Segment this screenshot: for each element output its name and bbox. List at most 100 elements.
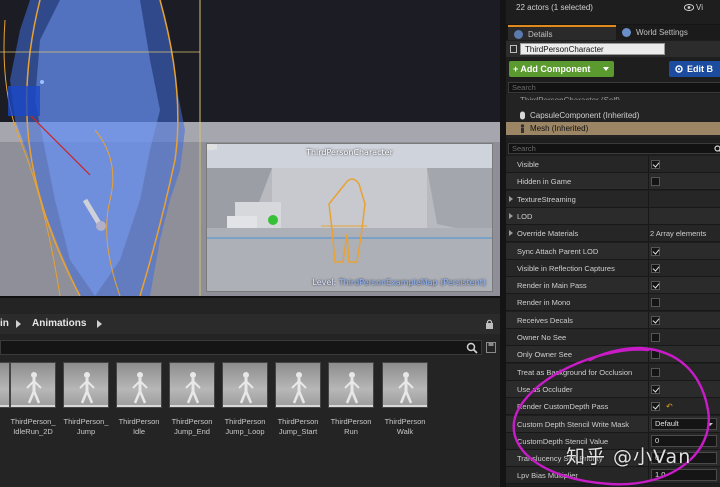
level-viewport[interactable]: ThirdPersonCharacter Level: ThirdPersonE… <box>0 0 500 296</box>
capsule-icon <box>520 111 525 120</box>
breadcrumb-item-prev[interactable]: in <box>0 318 9 329</box>
property-name: Visible <box>517 160 539 169</box>
asset-thumbnail[interactable] <box>222 362 268 408</box>
capsule-component-label: CapsuleComponent (Inherited) <box>530 111 640 120</box>
property-row: Visible <box>506 156 720 173</box>
search-icon <box>466 342 478 354</box>
expand-arrow-icon[interactable] <box>509 212 513 219</box>
chevron-down-icon <box>603 67 609 71</box>
asset-thumbnail[interactable] <box>169 362 215 408</box>
component-tree: ThirdPersonCharacter (Self) CapsuleCompo… <box>506 94 720 138</box>
column-divider <box>648 277 649 295</box>
camera-icon <box>207 144 217 150</box>
asset-type-bar <box>0 405 9 407</box>
asset-type-bar <box>64 405 108 407</box>
asset-thumbnail[interactable] <box>63 362 109 408</box>
watermark: 知乎 @小Van <box>566 446 692 468</box>
breadcrumb-item-animations[interactable]: Animations <box>32 318 86 329</box>
asset-thumbnail[interactable] <box>382 362 428 408</box>
animation-figure-icon <box>185 372 201 404</box>
breadcrumb-arrow-icon[interactable] <box>97 320 102 328</box>
level-map-name: ThirdPersonExampleMap (Persistent) <box>338 278 486 287</box>
component-search-input[interactable]: Search <box>508 82 720 93</box>
asset-thumbnail[interactable] <box>275 362 321 408</box>
save-search-icon[interactable] <box>486 342 496 353</box>
column-divider <box>648 242 649 260</box>
animation-figure-icon <box>344 372 360 404</box>
edit-blueprint-label: Edit B <box>687 64 713 74</box>
actor-icon <box>510 45 517 53</box>
tab-world-settings[interactable]: World Settings <box>616 25 720 40</box>
property-name: Render in Mono <box>517 298 571 308</box>
tab-details[interactable]: Details <box>508 25 616 40</box>
property-row: Sync Attach Parent LOD <box>506 242 720 260</box>
breadcrumb-arrow-icon[interactable] <box>16 320 21 328</box>
property-name: Receives Decals <box>517 315 573 325</box>
tree-row-mesh[interactable]: Mesh (Inherited) <box>506 122 720 135</box>
asset-label: ThirdPerson Jump_Start <box>277 417 319 436</box>
details-search-input[interactable]: Search <box>508 143 720 154</box>
lock-icon[interactable] <box>485 319 494 329</box>
column-divider <box>648 311 649 329</box>
animation-figure-icon <box>26 372 42 404</box>
level-label: Level: ThirdPersonExampleMap (Persistent… <box>312 278 486 287</box>
character-preview-window: ThirdPersonCharacter Level: ThirdPersonE… <box>206 143 493 292</box>
asset-thumbnail[interactable] <box>328 362 374 408</box>
expand-arrow-icon[interactable] <box>509 195 513 202</box>
property-row: TextureStreaming <box>506 190 720 208</box>
preview-title: ThirdPersonCharacter <box>306 148 393 157</box>
property-checkbox[interactable] <box>651 177 660 187</box>
asset-search-input[interactable] <box>0 340 482 355</box>
panel-tabs: Details World Settings <box>506 24 720 40</box>
asset-thumbnail[interactable] <box>10 362 56 408</box>
blueprint-icon <box>675 65 683 73</box>
level-prefix: Level: <box>312 278 337 287</box>
column-divider <box>648 173 649 191</box>
asset-thumbnail[interactable] <box>0 362 10 408</box>
tab-world-settings-label: World Settings <box>636 28 688 37</box>
column-divider <box>648 190 649 208</box>
property-name: Sync Attach Parent LOD <box>517 246 599 256</box>
asset-label: ThirdPerson Idle <box>118 417 160 436</box>
property-checkbox[interactable] <box>651 246 660 256</box>
property-checkbox[interactable] <box>651 263 660 273</box>
mesh-label: Mesh (Inherited) <box>530 124 589 133</box>
property-name: Visible in Reflection Captures <box>517 263 615 273</box>
column-divider <box>648 259 649 277</box>
column-divider <box>648 207 649 225</box>
property-row: Receives Decals <box>506 311 720 329</box>
property-name: Hidden in Game <box>517 177 572 187</box>
property-checkbox[interactable] <box>651 281 660 291</box>
view-options-button[interactable]: Vi <box>696 3 703 12</box>
asset-label: ThirdPerson_ IdleRun_2D <box>10 417 56 436</box>
asset-type-bar <box>329 405 373 407</box>
property-row: LOD <box>506 207 720 225</box>
tree-row-capsule-component[interactable]: CapsuleComponent (Inherited) <box>520 109 639 122</box>
skeletal-mesh-icon <box>520 124 525 133</box>
property-checkbox[interactable] <box>651 315 660 325</box>
animation-figure-icon <box>79 372 95 404</box>
property-name: TextureStreaming <box>517 194 576 204</box>
property-name: Override Materials <box>517 229 579 239</box>
property-name: Render in Main Pass <box>517 281 587 291</box>
expand-arrow-icon[interactable] <box>509 230 513 237</box>
breadcrumb: in Animations <box>0 314 500 334</box>
content-browser: in Animations _ThirdPerson_ IdleRun_2DTh… <box>0 296 500 487</box>
property-row: Override Materials 2 Array elements <box>506 225 720 243</box>
property-checkbox[interactable] <box>651 298 660 308</box>
property-row: Hidden in Game <box>506 173 720 191</box>
add-component-button[interactable]: + Add Component <box>509 61 614 77</box>
asset-label: ThirdPerson Jump_Loop <box>224 417 266 436</box>
animation-figure-icon <box>132 372 148 404</box>
asset-type-bar <box>117 405 161 407</box>
asset-type-bar <box>170 405 214 407</box>
property-checkbox[interactable] <box>651 160 660 169</box>
details-search-placeholder: Search <box>512 144 536 153</box>
eye-icon[interactable] <box>684 4 694 11</box>
animation-figure-icon <box>0 363 10 408</box>
actor-name-field[interactable]: ThirdPersonCharacter <box>520 43 665 55</box>
globe-icon <box>622 28 631 37</box>
tree-row-self[interactable]: ThirdPersonCharacter (Self) <box>520 94 620 100</box>
edit-blueprint-button[interactable]: Edit B <box>669 61 720 77</box>
asset-thumbnail[interactable] <box>116 362 162 408</box>
